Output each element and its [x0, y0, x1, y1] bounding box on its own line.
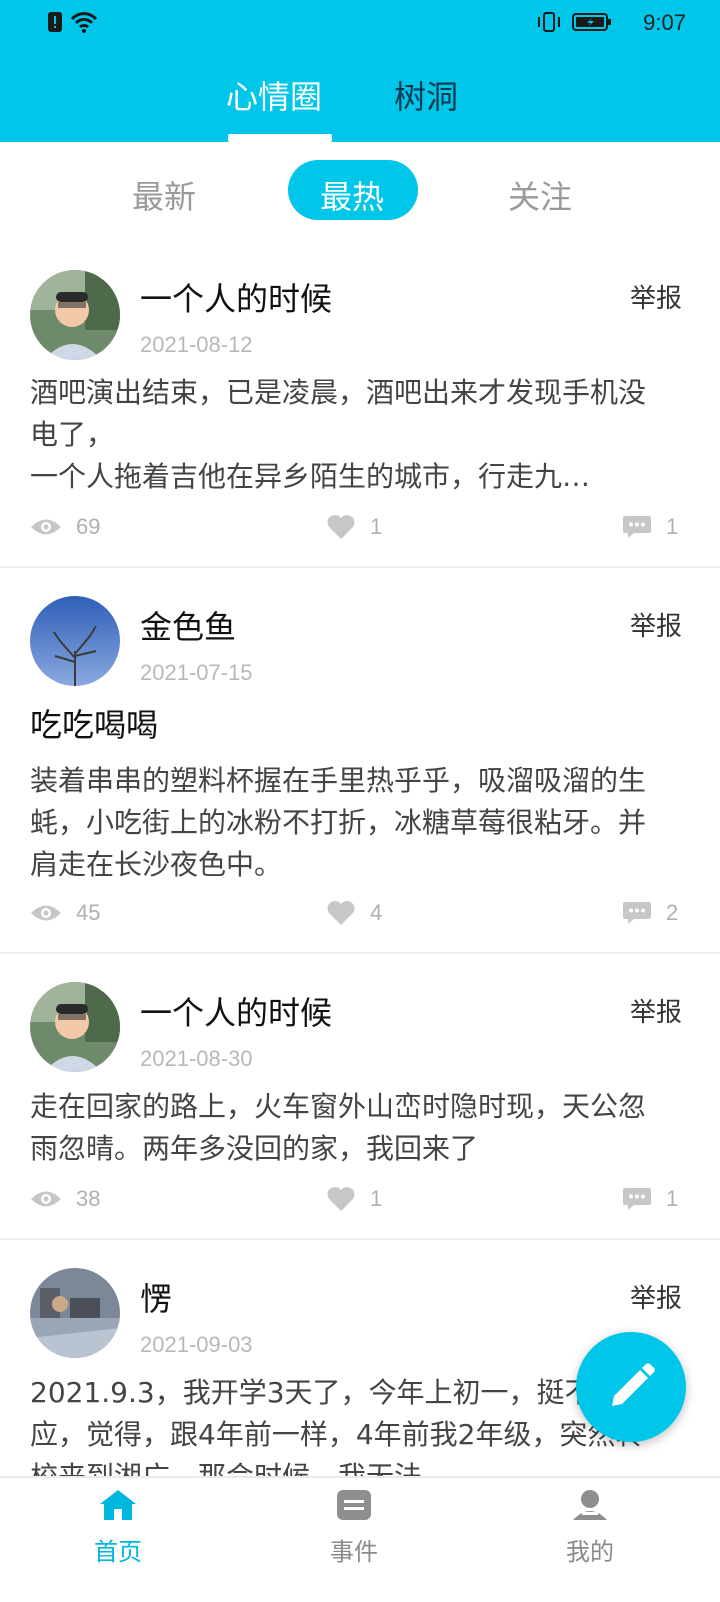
avatar[interactable] [30, 270, 120, 360]
post-card[interactable]: 一个人的时候 举报 2021-08-30 走在回家的路上，火车窗外山峦时隐时现，… [0, 974, 720, 1238]
author-name[interactable]: 金色鱼 [140, 602, 236, 648]
filter-bar: 最新 最热 关注 [0, 142, 720, 242]
comment-icon[interactable] [622, 1186, 652, 1212]
events-icon [337, 1490, 371, 1520]
like-count[interactable]: 4 [326, 900, 382, 926]
view-count-value: 69 [76, 514, 101, 539]
nav-profile-label: 我的 [566, 1538, 614, 1566]
vibrate-icon [538, 12, 560, 32]
pencil-icon [612, 1363, 655, 1406]
report-button[interactable]: 举报 [630, 992, 682, 1029]
wifi-icon [70, 12, 98, 33]
eye-icon [31, 905, 61, 921]
comment-count[interactable]: 2 [622, 900, 678, 926]
view-count-value: 45 [76, 900, 101, 925]
tab-mood-circle[interactable]: 心情圈 [226, 72, 322, 118]
author-name[interactable]: 愣 [140, 1274, 172, 1320]
post-card[interactable]: 金色鱼 举报 2021-07-15 吃吃喝喝 装着串串的塑料杯握在手里热乎乎，吸… [0, 588, 720, 952]
status-left-icons [46, 10, 98, 34]
post-content[interactable]: 酒吧演出结束，已是凌晨，酒吧出来才发现手机没电了， 一个人拖着吉他在异乡陌生的城… [30, 372, 670, 498]
post-title[interactable]: 吃吃喝喝 [30, 700, 158, 746]
bottom-navigation: 首页 事件 我的 [0, 1476, 720, 1602]
post-stats: 69 1 1 [0, 514, 720, 554]
alert-icon [48, 12, 62, 32]
divider [0, 1238, 720, 1240]
active-tab-indicator [228, 134, 332, 142]
post-card[interactable]: 一个人的时候 举报 2021-08-12 酒吧演出结束，已是凌晨，酒吧出来才发现… [0, 260, 720, 566]
like-count-value: 1 [370, 514, 383, 539]
avatar[interactable] [30, 596, 120, 686]
home-icon [100, 1490, 136, 1520]
status-time: 9:07 [643, 10, 686, 35]
comment-count-value: 2 [666, 900, 679, 925]
post-content[interactable]: 装着串串的塑料杯握在手里热乎乎，吸溜吸溜的生蚝，小吃街上的冰粉不打折，冰糖草莓很… [30, 760, 670, 886]
nav-events[interactable]: 事件 [284, 1488, 424, 1567]
divider [0, 952, 720, 954]
view-count-value: 38 [76, 1186, 101, 1211]
nav-profile[interactable]: 我的 [520, 1488, 660, 1567]
heart-icon[interactable] [326, 514, 356, 540]
like-count[interactable]: 1 [326, 1186, 382, 1212]
post-stats: 45 4 2 [0, 900, 720, 940]
view-count: 38 [30, 1186, 100, 1212]
post-date: 2021-08-30 [140, 1046, 253, 1071]
nav-home[interactable]: 首页 [48, 1488, 188, 1567]
divider [0, 566, 720, 568]
comment-count[interactable]: 1 [622, 514, 678, 540]
heart-icon[interactable] [326, 1186, 356, 1212]
comment-count-value: 1 [666, 514, 679, 539]
filter-hottest[interactable]: 最热 [320, 172, 384, 218]
top-bar: 9:07 心情圈 树洞 [0, 0, 720, 142]
report-button[interactable]: 举报 [630, 1278, 682, 1315]
eye-icon [31, 1191, 61, 1207]
comment-icon[interactable] [622, 514, 652, 540]
view-count: 45 [30, 900, 100, 926]
post-content[interactable]: 2021.9.3，我开学3天了，今年上初一，挺不适应，觉得，跟4年前一样，4年前… [30, 1372, 670, 1476]
comment-count-value: 1 [666, 1186, 679, 1211]
post-date: 2021-09-03 [140, 1332, 253, 1357]
filter-following[interactable]: 关注 [508, 172, 572, 218]
heart-icon[interactable] [326, 900, 356, 926]
nav-home-label: 首页 [94, 1538, 142, 1566]
like-count[interactable]: 1 [326, 514, 382, 540]
like-count-value: 1 [370, 1186, 383, 1211]
post-stats: 38 1 1 [0, 1186, 720, 1226]
profile-icon [573, 1490, 607, 1520]
filter-latest[interactable]: 最新 [132, 172, 196, 218]
status-bar: 9:07 [0, 0, 720, 48]
nav-events-label: 事件 [330, 1538, 378, 1566]
status-right-icons [536, 10, 612, 34]
post-content[interactable]: 走在回家的路上，火车窗外山峦时隐时现，天公忽雨忽晴。两年多没回的家，我回来了 [30, 1086, 670, 1170]
post-date: 2021-08-12 [140, 332, 253, 357]
eye-icon [31, 519, 61, 535]
author-name[interactable]: 一个人的时候 [140, 274, 332, 320]
author-name[interactable]: 一个人的时候 [140, 988, 332, 1034]
view-count: 69 [30, 514, 100, 540]
like-count-value: 4 [370, 900, 383, 925]
comment-icon[interactable] [622, 900, 652, 926]
header-tabs: 心情圈 树洞 [0, 72, 720, 142]
post-date: 2021-07-15 [140, 660, 253, 685]
tab-tree-hole[interactable]: 树洞 [394, 72, 458, 118]
compose-button[interactable] [576, 1332, 686, 1442]
battery-icon [572, 13, 611, 31]
avatar[interactable] [30, 1268, 120, 1358]
report-button[interactable]: 举报 [630, 278, 682, 315]
comment-count[interactable]: 1 [622, 1186, 678, 1212]
report-button[interactable]: 举报 [630, 606, 682, 643]
avatar[interactable] [30, 982, 120, 1072]
